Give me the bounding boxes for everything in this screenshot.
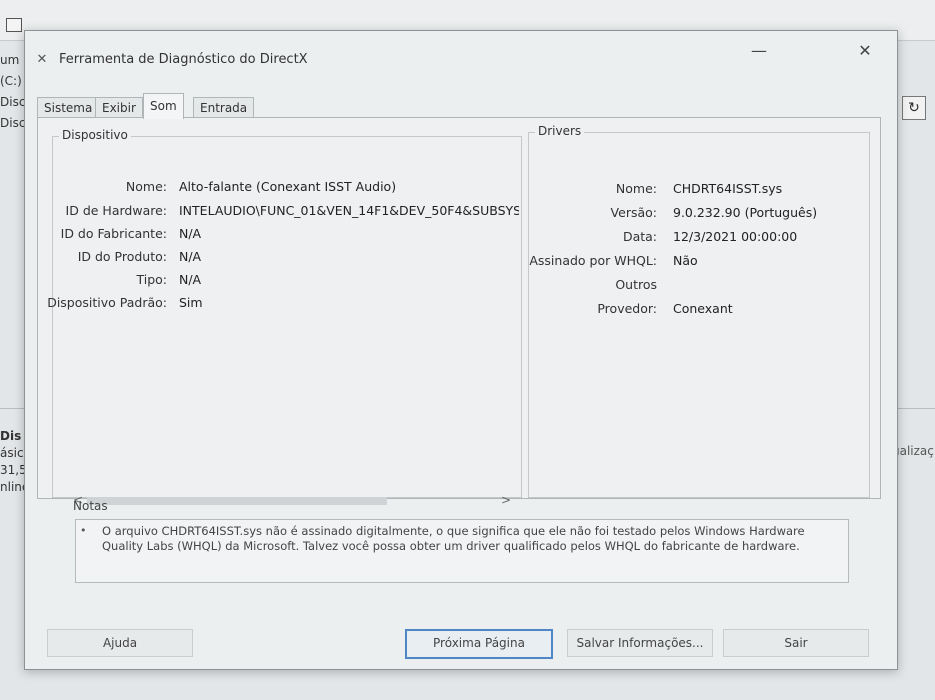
- field-label: ID de Hardware:: [65, 203, 167, 218]
- tab-entrada[interactable]: Entrada: [193, 97, 255, 118]
- directx-icon: ✕: [36, 52, 48, 67]
- field-label: Data:: [622, 229, 657, 244]
- drivers-group: Drivers Nome: CHDRT64ISST.sys Versão: 9.…: [528, 124, 870, 498]
- save-info-button[interactable]: Salvar Informações...: [567, 629, 713, 657]
- field-label: Tipo:: [136, 272, 167, 287]
- next-page-button[interactable]: Próxima Página: [405, 629, 553, 659]
- notes-title: Notas: [73, 499, 108, 513]
- driver-field-row: Provedor: Conexant: [529, 301, 869, 323]
- driver-field-row: Data: 12/3/2021 00:00:00: [529, 229, 869, 251]
- field-label: ID do Produto:: [77, 249, 167, 264]
- background-text: ualizaç: [892, 444, 934, 458]
- notes-text: O arquivo CHDRT64ISST.sys não é assinado…: [102, 524, 805, 553]
- directx-diagnostic-dialog: ✕ Ferramenta de Diagnóstico do DirectX —…: [24, 30, 898, 670]
- field-value: CHDRT64ISST.sys: [673, 181, 783, 196]
- horizontal-scrollbar[interactable]: < >: [73, 493, 513, 507]
- divider: [896, 408, 935, 409]
- device-group-title: Dispositivo: [59, 128, 131, 142]
- divider: [0, 408, 24, 409]
- background-window-icon: [6, 18, 22, 32]
- tab-sistema[interactable]: Sistema: [37, 97, 100, 118]
- device-field-row: ID do Produto: N/A: [53, 249, 521, 271]
- field-value: Conexant: [673, 301, 733, 316]
- field-value: Sim: [179, 295, 203, 310]
- tab-panel-som: Dispositivo Nome: Alto-falante (Conexant…: [37, 117, 881, 507]
- field-value: N/A: [179, 272, 202, 287]
- tab-som[interactable]: Som: [143, 93, 184, 119]
- device-field-row: Tipo: N/A: [53, 272, 521, 294]
- exit-button[interactable]: Sair: [723, 629, 869, 657]
- field-value: INTELAUDIO\FUNC_01&VEN_14F1&DEV_50F4&SUB…: [179, 203, 519, 218]
- device-field-row: Dispositivo Padrão: Sim: [47, 295, 521, 317]
- scrollbar-thumb[interactable]: [87, 497, 387, 505]
- driver-field-row: Nome: CHDRT64ISST.sys: [529, 181, 869, 203]
- field-label: Outros: [615, 277, 657, 292]
- field-label: ID do Fabricante:: [60, 226, 167, 241]
- driver-field-row: Outros: [529, 277, 869, 299]
- field-label: Provedor:: [597, 301, 657, 316]
- drivers-group-title: Drivers: [535, 124, 585, 138]
- field-label: Assinado por WHQL:: [529, 253, 657, 268]
- field-value: Não: [673, 253, 698, 268]
- device-field-row: Nome: Alto-falante (Conexant ISST Audio): [53, 179, 521, 201]
- refresh-icon[interactable]: ↻: [902, 96, 926, 120]
- scroll-right-icon[interactable]: >: [501, 493, 511, 507]
- field-value: N/A: [179, 226, 202, 241]
- device-field-row: ID de Hardware: INTELAUDIO\FUNC_01&VEN_1…: [53, 203, 521, 225]
- help-button[interactable]: Ajuda: [47, 629, 193, 657]
- field-label: Dispositivo Padrão:: [47, 295, 167, 310]
- window-title: Ferramenta de Diagnóstico do DirectX: [59, 52, 308, 67]
- field-label: Versão:: [610, 205, 657, 220]
- field-label: Nome:: [615, 181, 657, 196]
- tab-exibir[interactable]: Exibir: [95, 97, 143, 118]
- minimize-button[interactable]: —: [739, 37, 779, 65]
- field-value: 12/3/2021 00:00:00: [673, 229, 798, 244]
- field-label: Nome:: [125, 179, 167, 194]
- device-field-row: ID do Fabricante: N/A: [53, 226, 521, 248]
- field-value: N/A: [179, 249, 202, 264]
- close-button[interactable]: ✕: [845, 37, 885, 65]
- notes-box[interactable]: • O arquivo CHDRT64ISST.sys não é assina…: [75, 519, 849, 583]
- driver-field-row: Assinado por WHQL: Não: [529, 253, 869, 275]
- device-group: Dispositivo Nome: Alto-falante (Conexant…: [47, 128, 522, 507]
- field-value: Alto-falante (Conexant ISST Audio): [179, 179, 397, 194]
- field-value: 9.0.232.90 (Português): [673, 205, 818, 220]
- title-bar[interactable]: ✕ Ferramenta de Diagnóstico do DirectX —…: [25, 31, 897, 71]
- driver-field-row: Versão: 9.0.232.90 (Português): [529, 205, 869, 227]
- bullet-icon: •: [80, 524, 87, 537]
